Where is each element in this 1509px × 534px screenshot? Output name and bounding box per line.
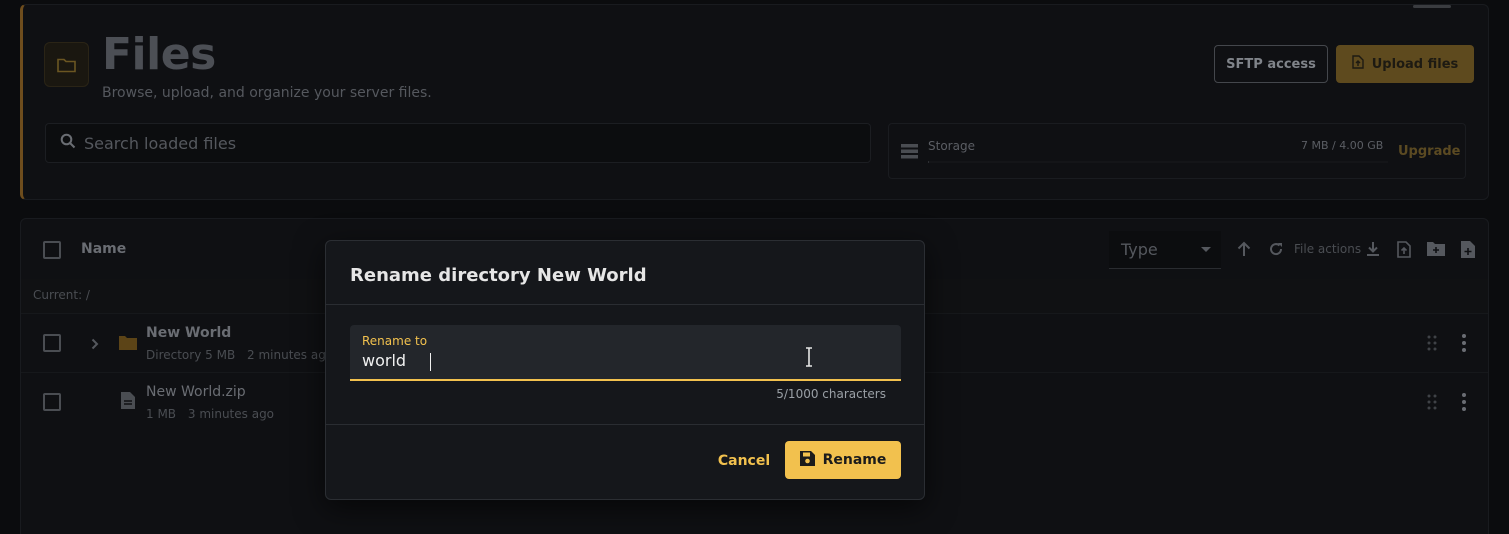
storage-value: 7 MB / 4.00 GB <box>1301 139 1384 152</box>
scroll-indicator <box>1413 5 1451 8</box>
page-subtitle: Browse, upload, and organize your server… <box>102 85 432 101</box>
more-vert-icon[interactable] <box>1462 393 1466 415</box>
text-caret <box>430 353 431 371</box>
search-icon <box>60 133 76 153</box>
upload-files-button[interactable]: Upload files <box>1336 45 1474 83</box>
name-column-header[interactable]: Name <box>81 241 126 257</box>
file-name[interactable]: New World.zip <box>146 384 246 400</box>
search-input[interactable] <box>84 133 844 153</box>
save-icon <box>799 450 815 470</box>
file-actions-label: File actions <box>1294 242 1362 256</box>
file-size: 1 MB <box>146 407 177 421</box>
dialog-title: Rename directory New World <box>350 265 647 286</box>
file-time: 3 minutes ago <box>187 407 275 421</box>
caret-down-icon <box>1201 247 1211 252</box>
current-path: Current: / <box>33 288 90 302</box>
page-title: Files <box>102 29 216 80</box>
rename-dialog: Rename directory New World Rename to 5/1… <box>325 240 925 500</box>
file-meta: 1 MB 3 minutes ago <box>146 407 274 421</box>
rename-button-label: Rename <box>822 452 887 468</box>
cancel-button[interactable]: Cancel <box>706 443 782 479</box>
text-cursor-icon <box>804 347 814 371</box>
storage-usage-fill <box>928 161 929 163</box>
new-file-icon[interactable] <box>1461 241 1475 262</box>
row-checkbox[interactable] <box>43 393 61 411</box>
file-time: 2 minutes ago <box>247 348 334 362</box>
files-header-card: Files Browse, upload, and organize your … <box>20 4 1489 200</box>
sftp-access-button[interactable]: SFTP access <box>1214 45 1328 83</box>
rename-field-label: Rename to <box>362 334 428 348</box>
folder-icon <box>119 335 137 354</box>
upload-file-icon[interactable] <box>1397 241 1411 262</box>
divider <box>326 424 924 425</box>
search-box[interactable] <box>45 123 871 163</box>
storage-icon <box>901 144 918 163</box>
select-all-checkbox[interactable] <box>43 241 61 259</box>
type-select-value: Type <box>1121 240 1158 259</box>
rename-button[interactable]: Rename <box>785 441 901 479</box>
file-size: 5 MB <box>205 348 236 362</box>
character-counter: 5/1000 characters <box>776 387 886 401</box>
rename-field[interactable]: Rename to <box>350 325 901 381</box>
storage-label: Storage <box>928 139 975 153</box>
type-select[interactable]: Type <box>1109 231 1221 269</box>
drag-handle-icon[interactable] <box>1427 394 1437 414</box>
folder-icon <box>44 42 89 87</box>
sort-up-icon[interactable] <box>1237 241 1251 261</box>
row-checkbox[interactable] <box>43 334 61 352</box>
file-icon <box>121 392 135 413</box>
download-icon[interactable] <box>1366 241 1380 261</box>
drag-handle-icon[interactable] <box>1427 335 1437 355</box>
upload-icon <box>1352 55 1364 73</box>
refresh-icon[interactable] <box>1268 241 1284 261</box>
storage-usage-bar <box>928 161 1388 163</box>
chevron-right-icon[interactable] <box>91 335 99 354</box>
upload-files-label: Upload files <box>1371 56 1459 72</box>
file-name[interactable]: New World <box>146 325 231 341</box>
divider <box>326 304 924 305</box>
more-vert-icon[interactable] <box>1462 334 1466 356</box>
file-kind: Directory <box>146 348 202 362</box>
upgrade-link[interactable]: Upgrade <box>1398 144 1460 159</box>
new-folder-icon[interactable] <box>1427 241 1445 260</box>
storage-panel: Storage 7 MB / 4.00 GB Upgrade <box>888 123 1466 179</box>
file-meta: Directory 5 MB 2 minutes ago <box>146 348 333 362</box>
